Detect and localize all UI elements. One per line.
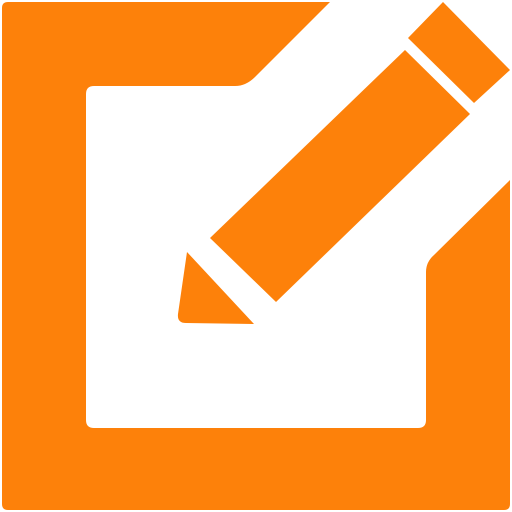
edit-icon[interactable] (0, 0, 512, 512)
edit-icon-canvas (0, 0, 512, 512)
edit-icon-graphic (2, 2, 510, 510)
